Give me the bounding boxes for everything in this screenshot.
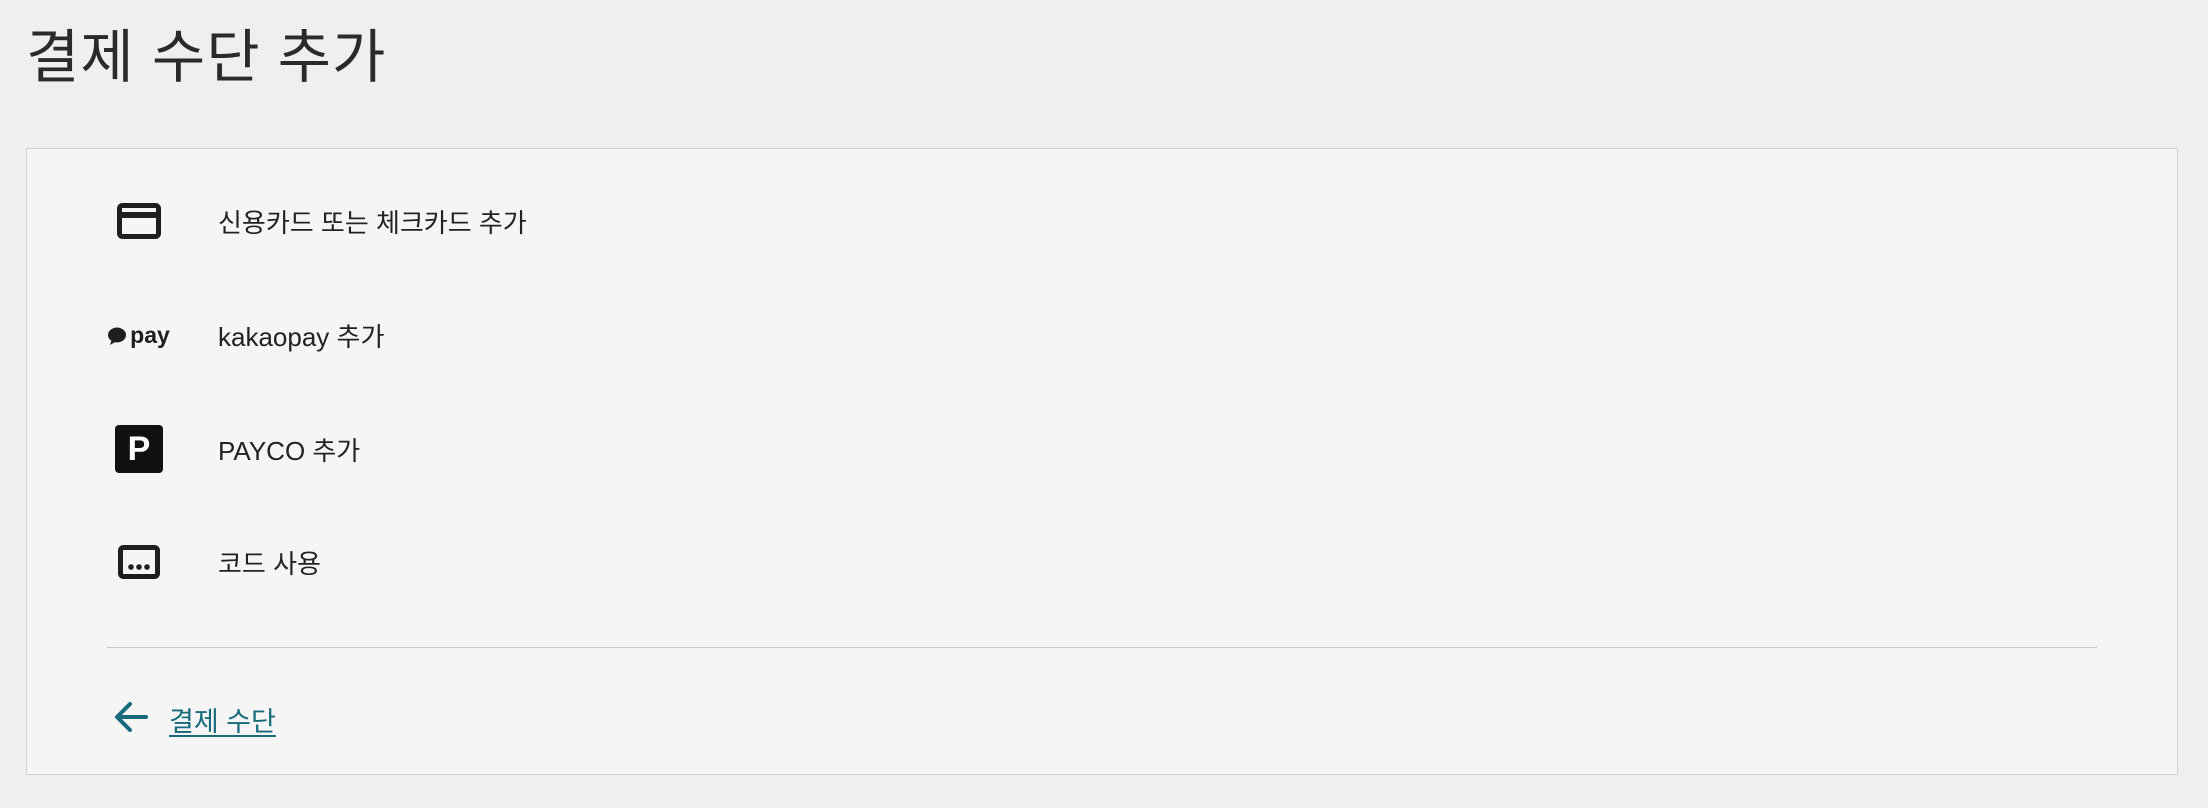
payment-options-panel: 신용카드 또는 체크카드 추가 pay kakaopay 추가 P PAYCO … [26, 148, 2178, 775]
payco-icon: P [107, 417, 171, 481]
divider [107, 647, 2097, 648]
arrow-left-icon [113, 699, 149, 740]
payco-icon-letter: P [127, 429, 151, 468]
redeem-code-icon [107, 530, 171, 594]
back-link-label: 결제 수단 [169, 706, 276, 737]
redeem-code-label: 코드 사용 [218, 548, 321, 579]
kakaopay-icon: pay [107, 303, 171, 367]
page-title: 결제 수단 추가 [26, 25, 387, 90]
add-kakaopay-label: kakaopay 추가 [218, 321, 385, 352]
back-to-payment-methods-link[interactable]: 결제 수단 [113, 689, 276, 749]
add-payco-option[interactable]: P PAYCO 추가 [107, 409, 807, 489]
kakaopay-icon-text: pay [130, 321, 170, 348]
redeem-code-option[interactable]: 코드 사용 [107, 522, 807, 602]
credit-card-icon [107, 189, 171, 253]
add-card-label: 신용카드 또는 체크카드 추가 [218, 207, 527, 238]
add-payco-label: PAYCO 추가 [218, 435, 361, 466]
add-kakaopay-option[interactable]: pay kakaopay 추가 [107, 295, 807, 375]
add-card-option[interactable]: 신용카드 또는 체크카드 추가 [107, 181, 807, 261]
